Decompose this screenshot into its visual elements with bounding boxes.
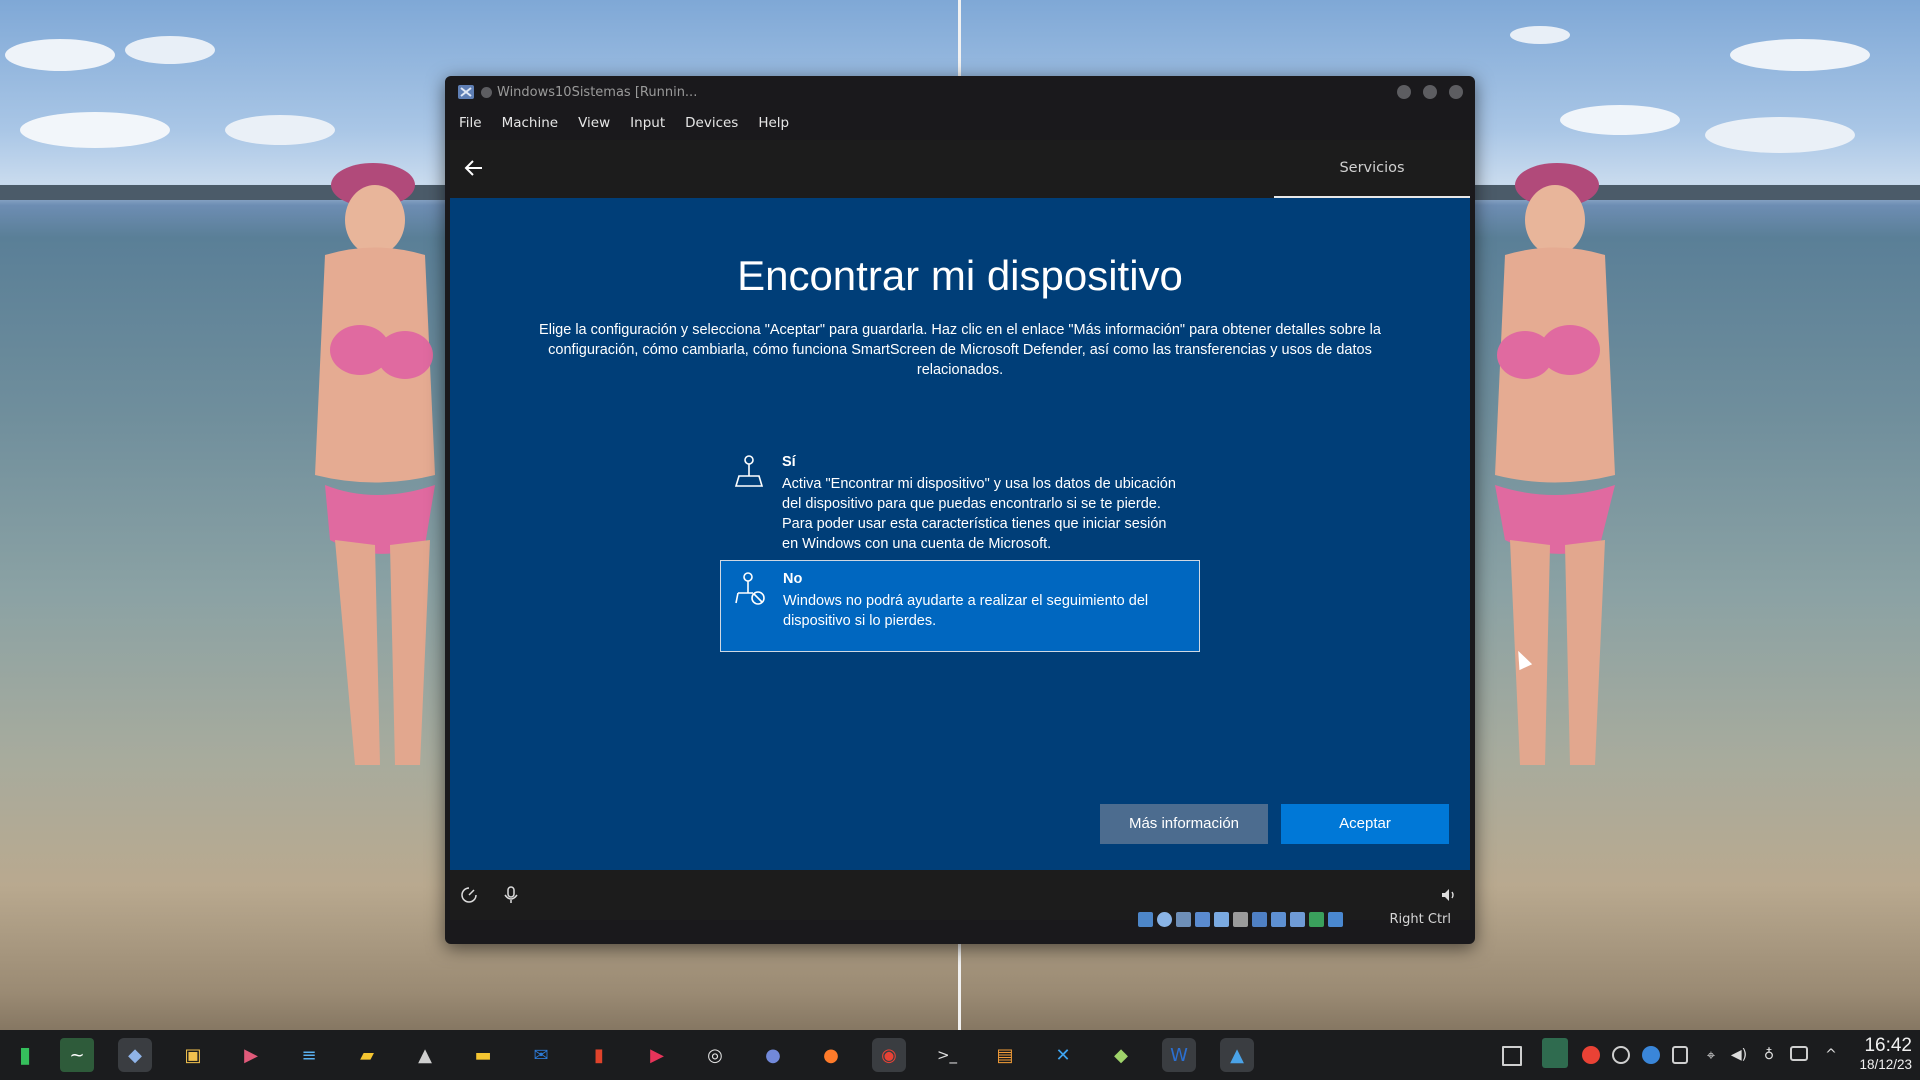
title-bar[interactable]: Windows10Sistemas [Runnin...: [445, 76, 1475, 108]
outlook-icon[interactable]: ✉: [524, 1038, 558, 1072]
info-icon[interactable]: [1642, 1046, 1660, 1064]
microphone-tray-icon[interactable]: ♁: [1760, 1046, 1778, 1064]
updates-icon[interactable]: [1612, 1046, 1630, 1064]
minimize-button[interactable]: [1397, 85, 1411, 99]
mouse-integration-icon[interactable]: [1328, 912, 1343, 927]
accept-button[interactable]: Aceptar: [1281, 804, 1449, 844]
more-info-button[interactable]: Más información: [1100, 804, 1268, 844]
menu-help[interactable]: Help: [758, 115, 789, 131]
virtualbox-logo-icon: [458, 85, 474, 99]
virtualbox-window[interactable]: Windows10Sistemas [Runnin... File Machin…: [445, 76, 1475, 944]
status-icons: [1138, 912, 1343, 927]
workspace-switcher-icon[interactable]: [1542, 1038, 1568, 1068]
wallpaper-person-left: [315, 163, 435, 765]
menu-bar: File Machine View Input Devices Help: [445, 108, 1475, 138]
hard-disk-icon[interactable]: [1138, 912, 1153, 927]
text-editor-icon[interactable]: ≡: [292, 1038, 326, 1072]
menu-machine[interactable]: Machine: [502, 115, 559, 131]
page-title: Encontrar mi dispositivo: [737, 252, 1183, 299]
system-tray: ⌖ ◀) ♁: [1490, 1030, 1820, 1080]
menu-view[interactable]: View: [578, 115, 610, 131]
vscode-icon[interactable]: ✕: [1046, 1038, 1080, 1072]
clock-time: 16:42: [1864, 1035, 1912, 1056]
virtualbox-taskbar-icon[interactable]: ◆: [118, 1038, 152, 1072]
video-editor-icon[interactable]: ▶: [234, 1038, 268, 1072]
option-no-text: Windows no podrá ayudarte a realizar el …: [783, 593, 1149, 629]
option-no[interactable]: No Windows no podrá ayudarte a realizar …: [720, 560, 1200, 652]
guest-additions-icon[interactable]: [1309, 912, 1324, 927]
obs-icon[interactable]: ◎: [698, 1038, 732, 1072]
option-yes[interactable]: Sí Activa "Encontrar mi dispositivo" y u…: [720, 444, 1198, 562]
ease-of-access-icon[interactable]: [460, 886, 478, 904]
network-tray-icon[interactable]: [1790, 1046, 1808, 1061]
discord-icon[interactable]: ●: [756, 1038, 790, 1072]
shared-folders-icon[interactable]: [1233, 912, 1248, 927]
archive-manager-icon[interactable]: ▤: [988, 1038, 1022, 1072]
package-manager-icon[interactable]: ◆: [1104, 1038, 1138, 1072]
optical-drive-icon[interactable]: [1157, 912, 1172, 927]
display-icon[interactable]: [1252, 912, 1267, 927]
taskbar: ▮ ~ ◆ ▣ ▶ ≡ ▰ ▲ ▬ ✉ ▮ ▶ ◎ ● ● ◉ >_ ▤ ✕ ◆…: [0, 1030, 1920, 1080]
terminal-icon[interactable]: >_: [930, 1038, 964, 1072]
option-yes-title: Sí: [782, 454, 796, 470]
host-key-label: Right Ctrl: [1389, 912, 1452, 927]
menu-devices[interactable]: Devices: [685, 115, 738, 131]
status-bar: Right Ctrl: [445, 908, 1475, 932]
audio-icon[interactable]: [1176, 912, 1191, 927]
network-icon[interactable]: [1195, 912, 1210, 927]
firefox-icon[interactable]: ●: [814, 1038, 848, 1072]
inkscape-icon[interactable]: ▲: [408, 1038, 442, 1072]
page-description: Elige la configuración y selecciona "Ace…: [539, 322, 1381, 378]
oobe-page: Encontrar mi dispositivo Elige la config…: [450, 198, 1470, 870]
menu-file[interactable]: File: [459, 115, 482, 131]
media-player-icon[interactable]: ▶: [640, 1038, 674, 1072]
option-no-title: No: [783, 571, 803, 587]
back-arrow-icon[interactable]: [462, 156, 486, 180]
clock-date: 18/12/23: [1859, 1057, 1912, 1072]
chrome-tray-icon[interactable]: [1582, 1046, 1600, 1064]
show-desktop-icon[interactable]: [1502, 1046, 1522, 1066]
guest-screen[interactable]: Servicios Encontrar mi dispositivo Elige…: [450, 140, 1470, 920]
location-off-icon: [735, 572, 765, 605]
chrome-icon[interactable]: ◉: [872, 1038, 906, 1072]
tab-servicios: Servicios: [1274, 140, 1470, 198]
location-pin-icon: [734, 455, 764, 487]
cpu-icon[interactable]: [1290, 912, 1305, 927]
volume-icon[interactable]: [1440, 886, 1458, 904]
volume-tray-icon[interactable]: ◀): [1730, 1046, 1748, 1064]
word-icon[interactable]: W: [1162, 1038, 1196, 1072]
maximize-button[interactable]: [1423, 85, 1437, 99]
clipboard-icon[interactable]: [1672, 1046, 1688, 1064]
close-button[interactable]: [1449, 85, 1463, 99]
folder-icon[interactable]: ▬: [466, 1038, 500, 1072]
office-icon[interactable]: ▮: [582, 1038, 616, 1072]
usb-icon[interactable]: [1214, 912, 1229, 927]
location-icon[interactable]: ⌖: [1702, 1046, 1720, 1064]
clock[interactable]: 16:42 18/12/23: [1859, 1036, 1912, 1074]
oobe-header: Servicios: [450, 140, 1470, 198]
wallpaper-person-right: [1495, 163, 1615, 765]
vm-state-icon: [481, 86, 492, 98]
menu-input[interactable]: Input: [630, 115, 665, 131]
chevron-up-icon[interactable]: ^: [1822, 1046, 1840, 1064]
image-viewer-icon[interactable]: ▲: [1220, 1038, 1254, 1072]
system-monitor-icon[interactable]: ~: [60, 1038, 94, 1072]
recording-icon[interactable]: [1271, 912, 1286, 927]
microphone-icon[interactable]: [502, 886, 520, 904]
app-launcher-icon[interactable]: ▮: [8, 1038, 42, 1072]
window-title: Windows10Sistemas [Runnin...: [497, 84, 698, 100]
file-manager-icon[interactable]: ▰: [350, 1038, 384, 1072]
software-store-icon[interactable]: ▣: [176, 1038, 210, 1072]
option-yes-text: Activa "Encontrar mi dispositivo" y usa …: [782, 476, 1176, 552]
